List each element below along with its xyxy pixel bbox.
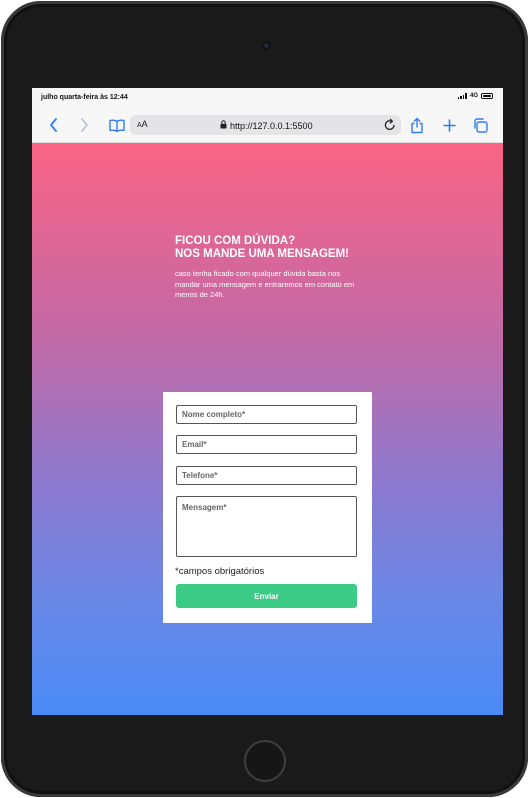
email-field[interactable] bbox=[176, 435, 357, 454]
status-time: julho quarta-feira às 12:44 bbox=[41, 94, 128, 101]
bookmarks-icon[interactable] bbox=[108, 116, 126, 134]
reload-icon[interactable] bbox=[383, 117, 397, 138]
back-icon[interactable] bbox=[46, 116, 60, 134]
submit-button[interactable]: Enviar bbox=[176, 584, 357, 608]
new-tab-icon[interactable] bbox=[441, 116, 457, 134]
tablet-screen: julho quarta-feira às 12:44 4G AA http:/… bbox=[32, 88, 503, 715]
contact-section: FICOU COM DÚVIDA? NOS MANDE UMA MENSAGEM… bbox=[32, 143, 503, 715]
share-icon[interactable] bbox=[409, 116, 425, 134]
forward-icon[interactable] bbox=[77, 116, 91, 134]
url-text: http://127.0.0.1:5500 bbox=[230, 120, 313, 131]
page-title: FICOU COM DÚVIDA? NOS MANDE UMA MENSAGEM… bbox=[175, 235, 365, 261]
required-fields-note: *campos obrigatórios bbox=[175, 566, 265, 577]
battery-icon bbox=[481, 93, 493, 99]
text-size-button[interactable]: AA bbox=[137, 119, 148, 129]
name-field[interactable] bbox=[176, 405, 357, 424]
contact-form: *campos obrigatórios Enviar bbox=[163, 392, 372, 623]
page-description: caso tenha ficado com qualquer dúvida ba… bbox=[175, 269, 355, 299]
tabs-icon[interactable] bbox=[472, 116, 488, 134]
status-bar: julho quarta-feira às 12:44 4G bbox=[32, 88, 503, 109]
tablet-device: julho quarta-feira às 12:44 4G AA http:/… bbox=[1, 1, 528, 797]
home-button[interactable] bbox=[244, 740, 286, 782]
phone-field[interactable] bbox=[176, 466, 357, 485]
title-line-1: FICOU COM DÚVIDA? bbox=[175, 235, 296, 247]
url-display[interactable]: http://127.0.0.1:5500 bbox=[220, 120, 313, 131]
browser-toolbar: AA http://127.0.0.1:5500 bbox=[32, 109, 503, 143]
network-type: 4G bbox=[469, 93, 478, 99]
address-bar[interactable]: AA http://127.0.0.1:5500 bbox=[130, 115, 401, 135]
message-field[interactable] bbox=[176, 496, 357, 557]
status-indicators: 4G bbox=[457, 93, 493, 99]
lock-icon bbox=[220, 120, 227, 131]
title-line-2: NOS MANDE UMA MENSAGEM! bbox=[175, 248, 349, 260]
signal-icon bbox=[457, 93, 467, 99]
front-camera bbox=[262, 41, 271, 50]
